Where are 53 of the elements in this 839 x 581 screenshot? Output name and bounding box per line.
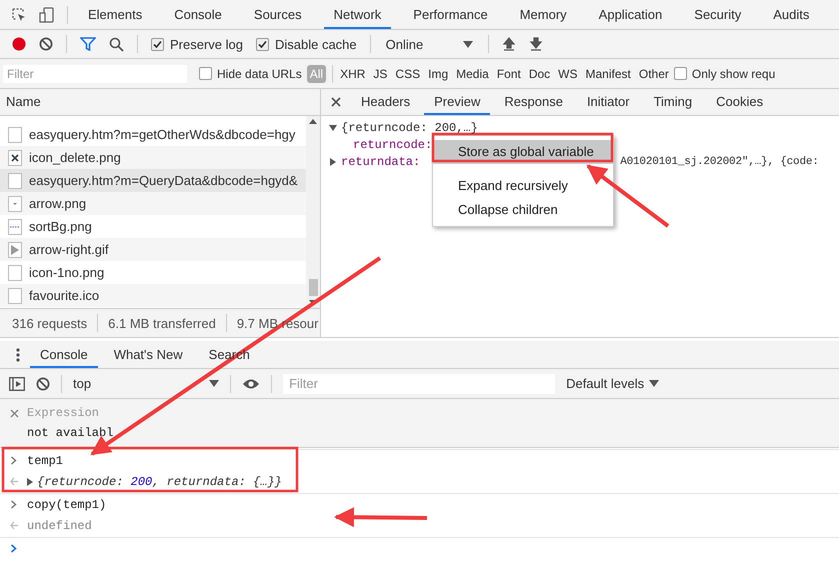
object-preview[interactable]: {returncode: 200, returndata: {…}} xyxy=(37,474,282,488)
panel-tab[interactable]: Application xyxy=(588,0,672,29)
drawer-tab[interactable]: What's New xyxy=(104,341,193,368)
detail-tab[interactable]: Response xyxy=(494,89,573,115)
detail-tab[interactable]: Preview xyxy=(424,89,490,115)
type-filter[interactable]: Img xyxy=(425,64,452,82)
property-name: returndata: xyxy=(341,154,420,168)
request-row[interactable]: easyquery.htm?m=QueryData&dbcode=hgyd& xyxy=(0,169,306,192)
log-levels-dropdown[interactable]: Default levels xyxy=(566,376,660,391)
panel-tab[interactable]: Security xyxy=(684,0,752,29)
request-row[interactable]: arrow-right.gif xyxy=(0,238,306,261)
detail-tab[interactable]: Initiator xyxy=(576,89,640,115)
throttling-dropdown[interactable]: Online xyxy=(384,36,476,52)
status-text: 6.1 MB transferred xyxy=(108,316,216,330)
checkbox-label[interactable]: Disable cache xyxy=(274,36,357,52)
detail-tab[interactable]: Timing xyxy=(644,89,702,115)
console-command: copy(temp1) xyxy=(27,498,106,512)
panel-tab[interactable]: Performance xyxy=(403,0,498,29)
watch-value: not availabl xyxy=(27,426,114,440)
type-filter[interactable]: Other xyxy=(636,64,672,82)
column-header[interactable]: Name xyxy=(0,89,320,116)
property-value: {returncode: 200,…} xyxy=(341,120,478,134)
panel-tab[interactable]: Audits xyxy=(763,0,820,29)
console-filter-field[interactable]: Filter xyxy=(283,374,556,394)
detail-tab[interactable]: Headers xyxy=(351,89,420,115)
checkbox-label[interactable]: Preserve log xyxy=(170,36,243,52)
console-result: undefined xyxy=(27,518,92,532)
request-row[interactable]: favourite.ico xyxy=(0,284,306,307)
panel-tab[interactable]: Console xyxy=(164,0,232,29)
status-text: 316 requests xyxy=(12,316,88,330)
type-filter[interactable]: Font xyxy=(494,64,524,82)
type-filter[interactable]: WS xyxy=(555,64,581,82)
panel-tab[interactable]: Sources xyxy=(244,0,312,29)
checkbox-label[interactable]: Hide data URLs xyxy=(217,66,302,80)
request-row[interactable]: icon_delete.png xyxy=(0,146,306,169)
property-value: A01020101_sj.202002",…}, {code: xyxy=(620,156,819,168)
type-filter[interactable]: CSS xyxy=(392,64,424,82)
panel-tab[interactable]: Elements xyxy=(78,0,152,29)
panel-tab[interactable]: Memory xyxy=(510,0,577,29)
type-filter[interactable]: Media xyxy=(453,64,492,82)
menu-item[interactable]: Collapse children xyxy=(433,198,613,222)
request-row[interactable]: arrow.png xyxy=(0,192,306,215)
property-name: returncode: xyxy=(353,138,432,152)
detail-tab[interactable]: Cookies xyxy=(706,89,774,115)
filter-field[interactable]: Filter xyxy=(3,64,187,82)
console-command: temp1 xyxy=(27,454,64,468)
checkbox-label[interactable]: Only show requ xyxy=(692,66,776,80)
type-filter[interactable]: XHR xyxy=(337,64,368,82)
context-dropdown[interactable]: top xyxy=(73,376,220,391)
type-filter[interactable]: JS xyxy=(370,64,390,82)
type-filter[interactable]: Manifest xyxy=(582,64,634,82)
type-filter[interactable]: Doc xyxy=(526,64,554,82)
menu-item[interactable]: Expand recursively xyxy=(433,174,613,198)
